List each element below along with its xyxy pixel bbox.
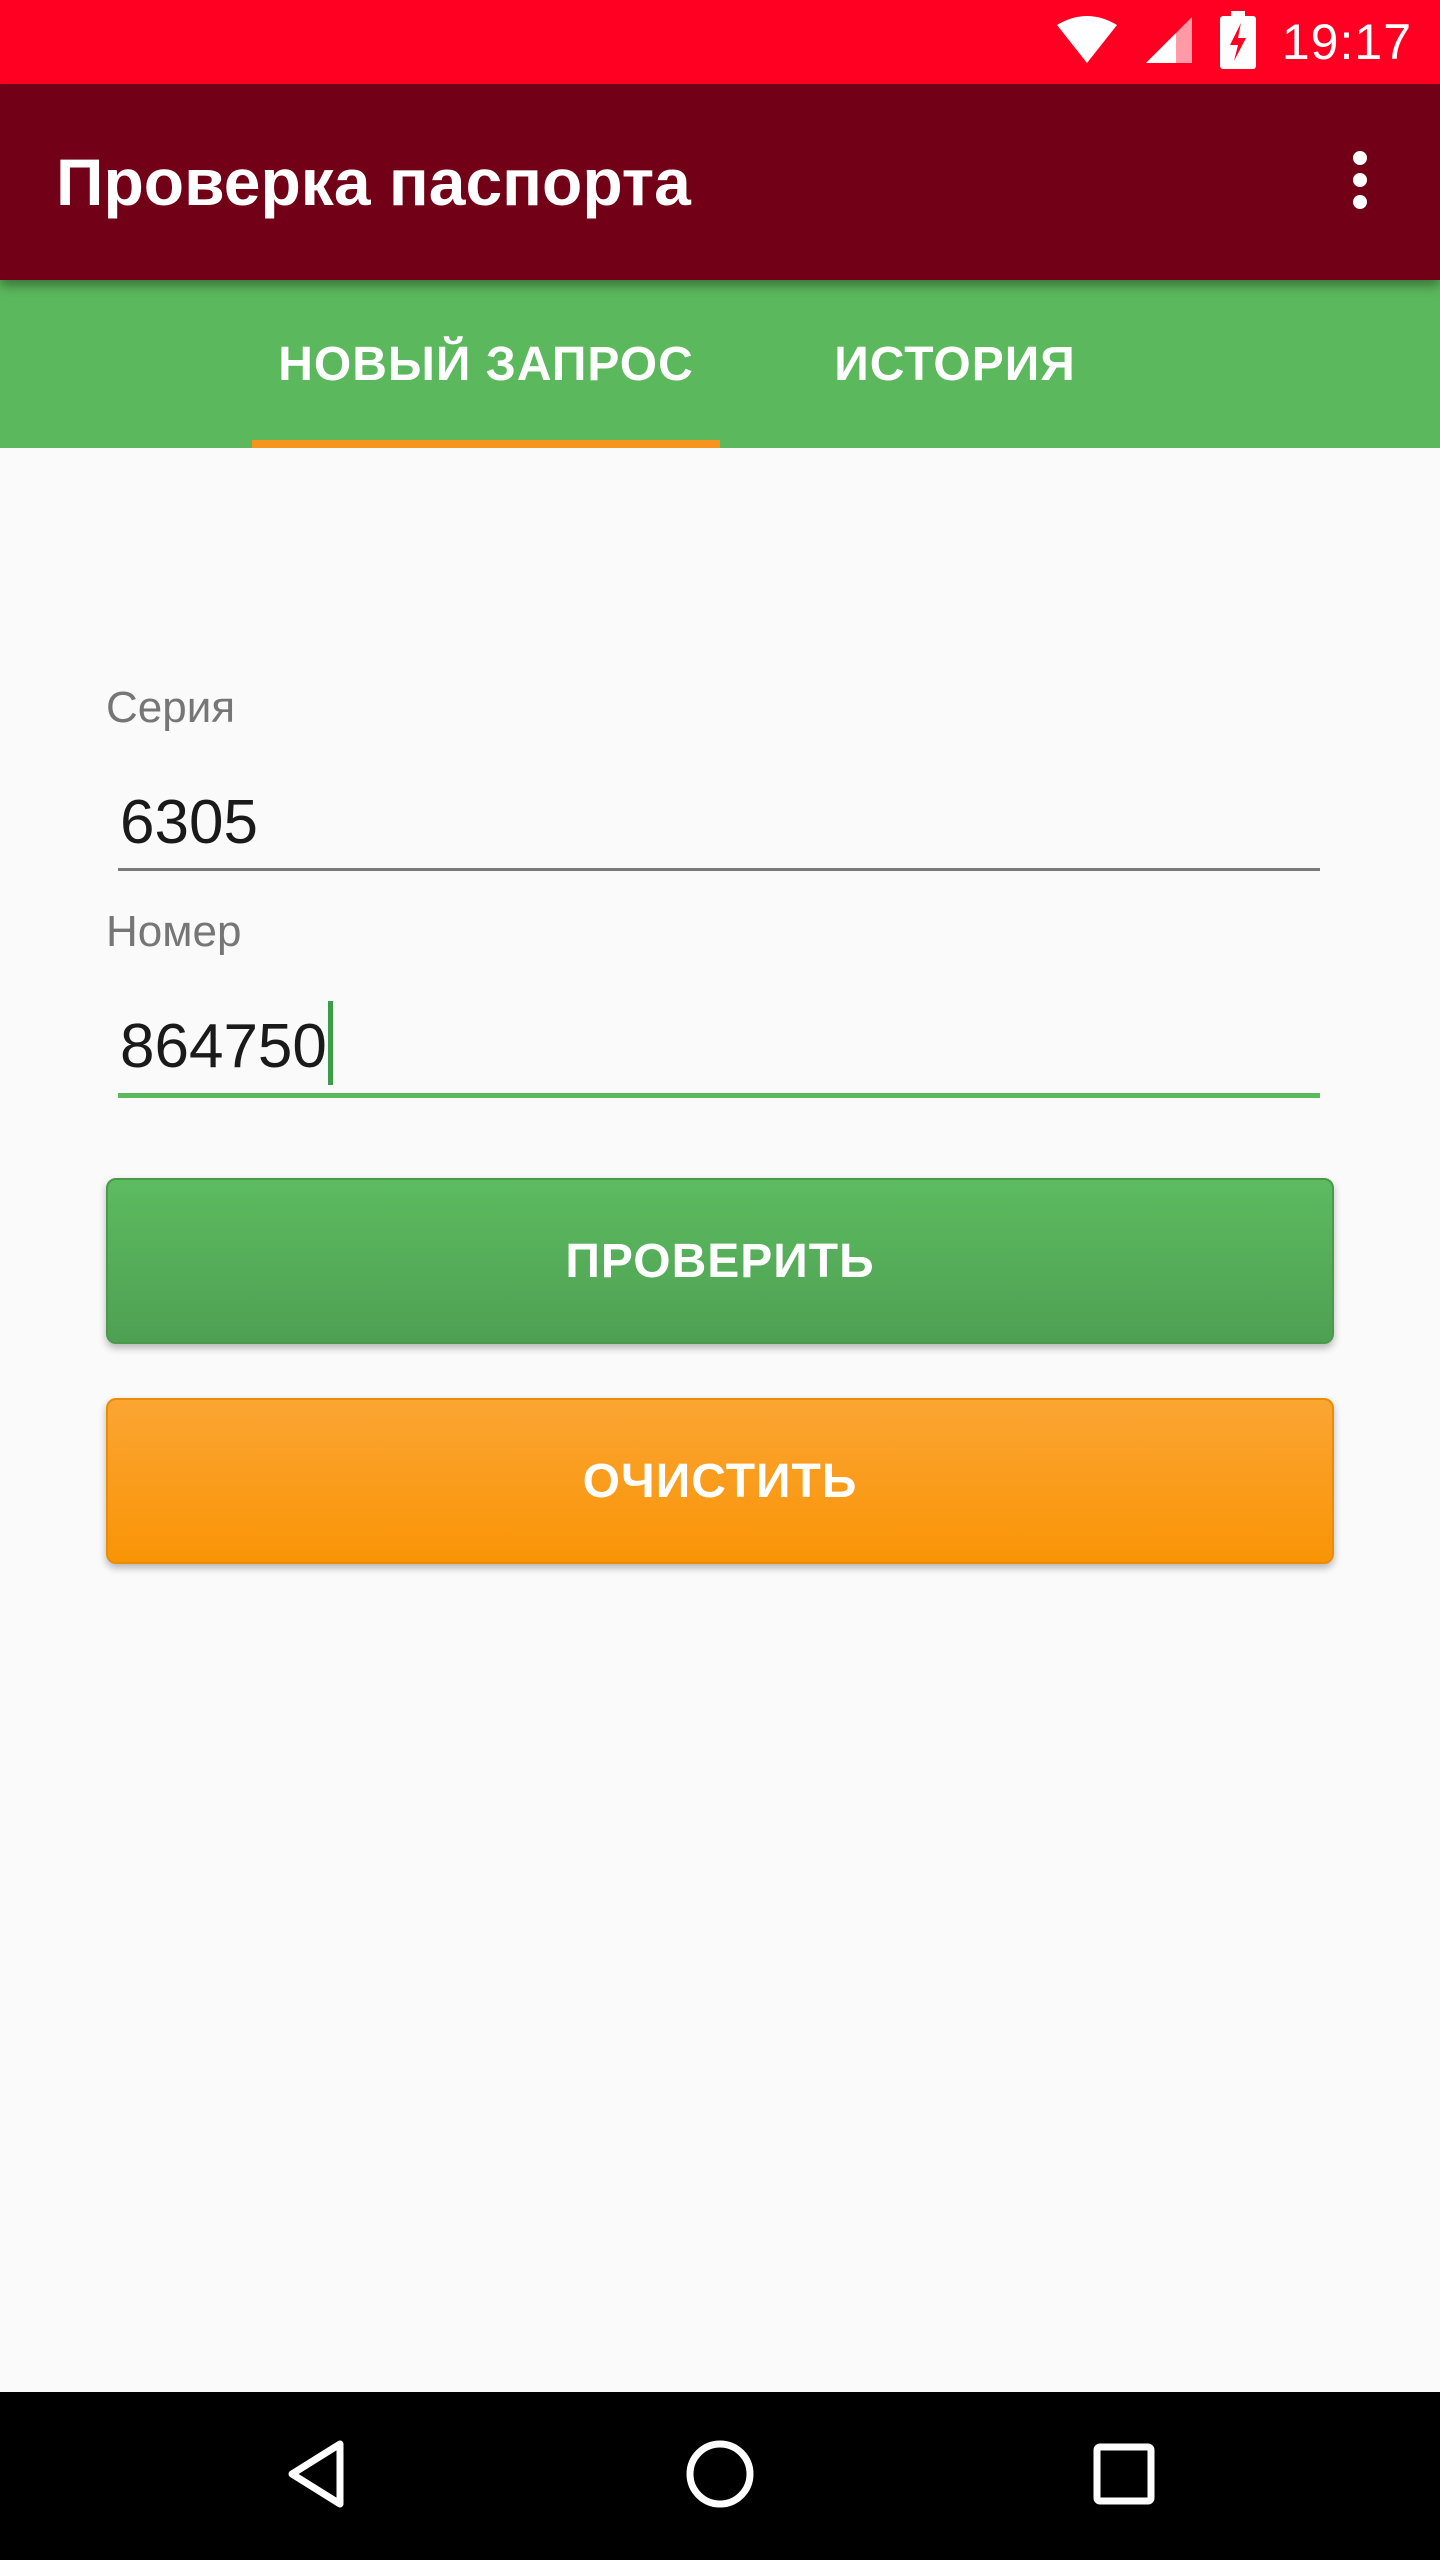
series-label: Серия [106, 683, 236, 732]
home-icon[interactable] [685, 2439, 755, 2514]
status-bar: 19:17 [0, 0, 1440, 84]
number-input[interactable] [118, 1006, 1322, 1086]
number-label: Номер [106, 907, 242, 956]
text-cursor [328, 1001, 333, 1085]
tab-new-request[interactable]: НОВЫЙ ЗАПРОС [252, 280, 720, 448]
tab-bar: НОВЫЙ ЗАПРОС ИСТОРИЯ [0, 280, 1440, 448]
home-button[interactable] [660, 2416, 780, 2536]
recents-icon[interactable] [1093, 2443, 1155, 2510]
recents-button[interactable] [1064, 2416, 1184, 2536]
tab-history[interactable]: ИСТОРИЯ [770, 280, 1140, 448]
more-vert-icon[interactable] [1350, 150, 1370, 215]
status-icons: 19:17 [1056, 0, 1412, 84]
app-bar: Проверка паспорта [0, 84, 1440, 280]
series-underline [118, 868, 1320, 871]
battery-charging-icon [1219, 10, 1256, 74]
status-time: 19:17 [1281, 14, 1412, 70]
check-button[interactable]: ПРОВЕРИТЬ [106, 1178, 1334, 1344]
clear-button[interactable]: ОЧИСТИТЬ [106, 1398, 1334, 1564]
tab-indicator [252, 440, 720, 448]
cell-signal-icon [1144, 15, 1194, 70]
overflow-menu-button[interactable] [1310, 132, 1410, 232]
number-underline [118, 1093, 1320, 1098]
series-input[interactable] [118, 782, 1322, 862]
navigation-bar [0, 2392, 1440, 2560]
page-title: Проверка паспорта [56, 145, 691, 219]
wifi-icon [1056, 15, 1118, 70]
back-button[interactable] [256, 2416, 376, 2536]
back-icon[interactable] [284, 2438, 348, 2515]
